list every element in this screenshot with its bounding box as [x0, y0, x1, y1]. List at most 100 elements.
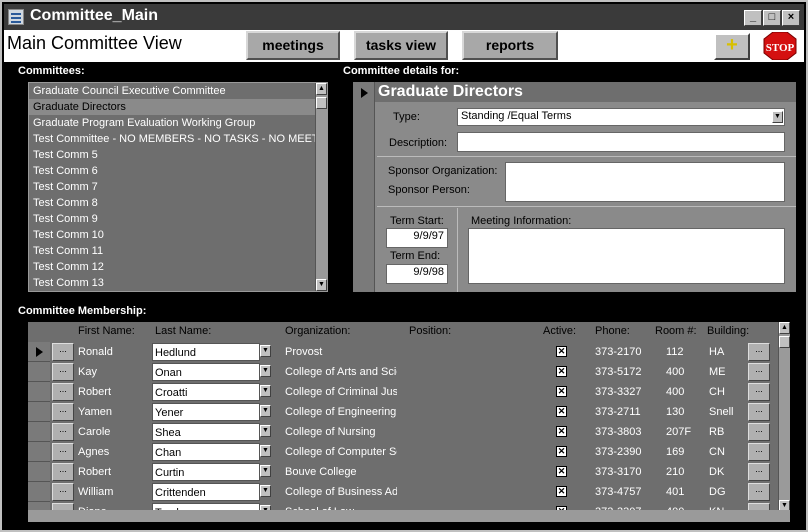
- meeting-information-field[interactable]: [468, 228, 785, 284]
- list-item[interactable]: Test Comm 7: [29, 179, 315, 195]
- dropdown-arrow-icon[interactable]: ▼: [260, 345, 271, 357]
- building-detail-button[interactable]: ...: [748, 443, 770, 461]
- organization-cell[interactable]: College of Arts and Scie: [285, 363, 397, 381]
- building-cell[interactable]: DG: [709, 483, 745, 501]
- list-item[interactable]: Graduate Council Executive Committee: [29, 83, 315, 99]
- first-name-cell[interactable]: Ronald: [78, 343, 150, 361]
- meetings-view-button[interactable]: meetings view: [246, 31, 340, 60]
- column-header[interactable]: Position:: [409, 325, 451, 337]
- organization-cell[interactable]: College of Engineering: [285, 403, 397, 421]
- scroll-up-icon[interactable]: ▲: [779, 322, 790, 334]
- last-name-cell[interactable]: Onan: [152, 363, 260, 381]
- row-selector[interactable]: [28, 382, 50, 402]
- row-detail-button[interactable]: ...: [52, 383, 74, 401]
- building-cell[interactable]: CH: [709, 383, 745, 401]
- committees-scrollbar[interactable]: ▲ ▼: [315, 83, 327, 291]
- scroll-up-icon[interactable]: ▲: [316, 83, 327, 95]
- dropdown-arrow-icon[interactable]: ▼: [260, 405, 271, 417]
- phone-cell[interactable]: 373-3803: [595, 423, 651, 441]
- first-name-cell[interactable]: Carole: [78, 423, 150, 441]
- table-row[interactable]: ... Agnes Chan ▼ College of Computer Sci ✕ 373…: [28, 442, 778, 462]
- first-name-cell[interactable]: Robert: [78, 383, 150, 401]
- building-detail-button[interactable]: ...: [748, 423, 770, 441]
- dropdown-arrow-icon[interactable]: ▼: [260, 485, 271, 497]
- building-cell[interactable]: DK: [709, 463, 745, 481]
- building-detail-button[interactable]: ...: [748, 383, 770, 401]
- list-item[interactable]: Test Comm 11: [29, 243, 315, 259]
- room-cell[interactable]: 207F: [666, 423, 696, 441]
- list-item-selected[interactable]: Graduate Directors: [29, 99, 315, 115]
- last-name-cell[interactable]: Crittenden: [152, 483, 260, 501]
- active-checkbox[interactable]: ✕: [556, 446, 567, 457]
- active-checkbox[interactable]: ✕: [556, 366, 567, 377]
- building-detail-button[interactable]: ...: [748, 463, 770, 481]
- room-cell[interactable]: 400: [666, 383, 696, 401]
- phone-cell[interactable]: 373-2390: [595, 443, 651, 461]
- dropdown-arrow-icon[interactable]: ▼: [260, 425, 271, 437]
- dropdown-arrow-icon[interactable]: ▼: [260, 465, 271, 477]
- table-row[interactable]: ... Robert Curtin ▼ Bouve College ✕ 373-3170 21…: [28, 462, 778, 482]
- active-checkbox[interactable]: ✕: [556, 486, 567, 497]
- building-cell[interactable]: RB: [709, 423, 745, 441]
- column-header[interactable]: First Name:: [78, 325, 135, 337]
- last-name-cell[interactable]: Hedlund: [152, 343, 260, 361]
- dropdown-arrow-icon[interactable]: ▼: [260, 365, 271, 377]
- building-cell[interactable]: HA: [709, 343, 745, 361]
- horizontal-scrollbar[interactable]: [28, 510, 790, 522]
- dropdown-arrow-icon[interactable]: ▼: [260, 445, 271, 457]
- first-name-cell[interactable]: Robert: [78, 463, 150, 481]
- list-item[interactable]: Test Comm 10: [29, 227, 315, 243]
- row-selector[interactable]: [28, 482, 50, 502]
- committees-list[interactable]: Graduate Council Executive Committee Gra…: [28, 82, 328, 292]
- list-item[interactable]: Test Comm 6: [29, 163, 315, 179]
- column-header[interactable]: Organization:: [285, 325, 350, 337]
- row-detail-button[interactable]: ...: [52, 403, 74, 421]
- table-row[interactable]: ... Ronald Hedlund ▼ Provost ✕ 373-2170 112 HA..…: [28, 342, 778, 362]
- table-row[interactable]: ... Kay Onan ▼ College of Arts and Scie ✕ 373-…: [28, 362, 778, 382]
- list-item[interactable]: Test Comm 12: [29, 259, 315, 275]
- organization-cell[interactable]: Bouve College: [285, 463, 397, 481]
- row-selector[interactable]: [28, 342, 50, 362]
- organization-cell[interactable]: Provost: [285, 343, 397, 361]
- row-detail-button[interactable]: ...: [52, 343, 74, 361]
- column-header[interactable]: Phone:: [595, 325, 630, 337]
- dropdown-arrow-icon[interactable]: ▼: [772, 111, 783, 123]
- row-detail-button[interactable]: ...: [52, 363, 74, 381]
- row-selector[interactable]: [28, 362, 50, 382]
- phone-cell[interactable]: 373-4757: [595, 483, 651, 501]
- room-cell[interactable]: 400: [666, 363, 696, 381]
- list-item[interactable]: Test Committee - NO MEMBERS - NO TASKS -…: [29, 131, 315, 147]
- phone-cell[interactable]: 373-2170: [595, 343, 651, 361]
- table-row[interactable]: ... Yamen Yener ▼ College of Engineering ✕ 373…: [28, 402, 778, 422]
- list-item[interactable]: Test Comm 8: [29, 195, 315, 211]
- phone-cell[interactable]: 373-2711: [595, 403, 651, 421]
- row-detail-button[interactable]: ...: [52, 463, 74, 481]
- row-detail-button[interactable]: ...: [52, 443, 74, 461]
- building-detail-button[interactable]: ...: [748, 343, 770, 361]
- active-checkbox[interactable]: ✕: [556, 406, 567, 417]
- building-detail-button[interactable]: ...: [748, 363, 770, 381]
- reports-button[interactable]: reports: [462, 31, 558, 60]
- phone-cell[interactable]: 373-3170: [595, 463, 651, 481]
- term-end-field[interactable]: 9/9/98: [386, 264, 448, 284]
- last-name-cell[interactable]: Croatti: [152, 383, 260, 401]
- maximize-button[interactable]: □: [763, 10, 781, 26]
- phone-cell[interactable]: 373-3327: [595, 383, 651, 401]
- stop-icon[interactable]: STOP: [762, 32, 798, 60]
- tasks-view-button[interactable]: tasks view: [354, 31, 448, 60]
- scroll-thumb[interactable]: [779, 336, 790, 348]
- column-header[interactable]: Active:: [543, 325, 576, 337]
- organization-cell[interactable]: College of Computer Sci: [285, 443, 397, 461]
- record-selector[interactable]: [353, 82, 375, 292]
- last-name-cell[interactable]: Shea: [152, 423, 260, 441]
- room-cell[interactable]: 210: [666, 463, 696, 481]
- room-cell[interactable]: 169: [666, 443, 696, 461]
- building-cell[interactable]: Snell: [709, 403, 745, 421]
- active-checkbox[interactable]: ✕: [556, 426, 567, 437]
- organization-cell[interactable]: College of Criminal Justi: [285, 383, 397, 401]
- membership-scrollbar[interactable]: ▲ ▼: [778, 322, 790, 512]
- last-name-cell[interactable]: Chan: [152, 443, 260, 461]
- table-row[interactable]: ... Robert Croatti ▼ College of Criminal Jus…: [28, 382, 778, 402]
- active-checkbox[interactable]: ✕: [556, 386, 567, 397]
- building-detail-button[interactable]: ...: [748, 403, 770, 421]
